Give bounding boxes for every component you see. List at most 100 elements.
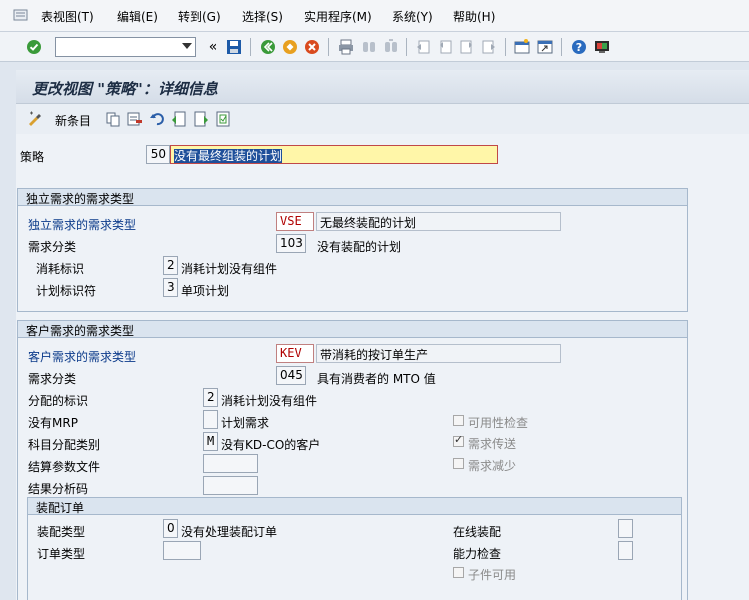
- allocation-indicator-desc: 消耗计划没有组件: [221, 394, 318, 408]
- previous-entry-icon[interactable]: [170, 110, 188, 128]
- independent-req-class-code: 103: [280, 236, 303, 250]
- req-transfer-checkbox[interactable]: [453, 433, 464, 447]
- last-page-icon[interactable]: [480, 38, 498, 56]
- planning-indicator-desc: 单项计划: [181, 284, 230, 298]
- assembly-type-desc: 没有处理装配订单: [181, 525, 278, 539]
- no-mrp-label: 没有MRP: [28, 416, 78, 430]
- assembly-order-group: 装配订单 装配类型 0 没有处理装配订单 订单类型 在线装配 能力检查 子件可用: [27, 497, 682, 600]
- components-avail-checkbox[interactable]: [453, 567, 464, 578]
- settlement-profile-label: 结算参数文件: [28, 460, 101, 474]
- menu-edit[interactable]: 编辑(E): [117, 8, 158, 25]
- independent-req-type-field[interactable]: VSE: [276, 212, 314, 231]
- order-type-label: 订单类型: [37, 547, 86, 561]
- consumption-indicator-field: 2: [163, 256, 178, 275]
- copy-icon[interactable]: [104, 110, 122, 128]
- delete-icon[interactable]: [126, 110, 144, 128]
- online-assembly-field: [618, 519, 633, 538]
- order-type-field: [163, 541, 201, 560]
- title-bar: 更改视图 "策略"：详细信息: [16, 70, 749, 104]
- independent-req-class-label: 需求分类: [28, 240, 77, 254]
- customer-req-class-label: 需求分类: [28, 372, 77, 386]
- customer-req-class-desc: 具有消费者的 MTO 值: [317, 372, 436, 386]
- group-header: 装配订单: [28, 498, 681, 515]
- page-title: 更改视图 "策略"：详细信息: [32, 80, 218, 98]
- undo-icon[interactable]: [148, 110, 166, 128]
- strategy-code-field[interactable]: 50: [146, 145, 170, 164]
- collapse-icon[interactable]: «: [204, 38, 222, 56]
- menu-help[interactable]: 帮助(H): [453, 8, 495, 25]
- strategy-description-field[interactable]: 没有最终组装的计划: [170, 145, 498, 164]
- first-page-icon[interactable]: [414, 38, 432, 56]
- previous-page-icon[interactable]: [436, 38, 454, 56]
- req-reduction-checkbox[interactable]: [453, 458, 464, 469]
- components-avail-label: 子件可用: [468, 568, 517, 582]
- customer-req-type-code: KEV: [280, 346, 302, 360]
- planning-indicator-field: 3: [163, 278, 178, 297]
- customer-req-class-code: 045: [280, 368, 303, 382]
- shortcut-icon[interactable]: [536, 38, 554, 56]
- layout-icon[interactable]: [593, 38, 611, 56]
- standard-toolbar: « ?: [0, 32, 749, 62]
- customer-requirements-group: 客户需求的需求类型 客户需求的需求类型 KEV 带消耗的按订单生产 需求分类 0…: [17, 320, 688, 600]
- availability-check-label: 可用性检查: [468, 416, 529, 430]
- back-icon[interactable]: [259, 38, 277, 56]
- allocation-indicator-field: 2: [203, 388, 218, 407]
- new-entries-button[interactable]: 新条目: [55, 112, 91, 129]
- capacity-check-field: [618, 541, 633, 560]
- customer-req-type-desc-field: 带消耗的按订单生产: [316, 344, 561, 363]
- save-icon[interactable]: [225, 38, 243, 56]
- find-icon[interactable]: [360, 38, 378, 56]
- independent-req-type-desc: 无最终装配的计划: [320, 216, 417, 230]
- application-toolbar: 新条目: [16, 104, 749, 134]
- strategy-description: 没有最终组装的计划: [174, 149, 283, 163]
- exit-icon[interactable]: [281, 38, 299, 56]
- enter-icon[interactable]: [25, 38, 43, 56]
- acct-assign-label: 科目分配类别: [28, 438, 101, 452]
- consumption-indicator-desc: 消耗计划没有组件: [181, 262, 278, 276]
- print-icon[interactable]: [337, 38, 355, 56]
- assembly-type-field: 0: [163, 519, 178, 538]
- availability-check-checkbox[interactable]: [453, 415, 464, 426]
- independent-req-type-code: VSE: [280, 214, 302, 228]
- select-all-icon[interactable]: [214, 110, 232, 128]
- strategy-label: 策略: [20, 150, 45, 164]
- assembly-type-code: 0: [167, 521, 175, 535]
- display-change-icon[interactable]: [26, 110, 44, 128]
- consumption-indicator-label: 消耗标识: [36, 262, 85, 276]
- chevron-down-icon[interactable]: [182, 43, 192, 49]
- result-analysis-field: [203, 476, 258, 495]
- help-icon[interactable]: ?: [570, 38, 588, 56]
- customer-req-class-field: 045: [276, 366, 306, 385]
- find-next-icon[interactable]: [382, 38, 400, 56]
- create-session-icon[interactable]: [513, 38, 531, 56]
- strategy-code: 50: [150, 147, 166, 161]
- consumption-indicator-code: 2: [167, 258, 175, 272]
- group-header: 客户需求的需求类型: [18, 321, 687, 338]
- sap-menu-icon: [13, 9, 28, 21]
- allocation-indicator-code: 2: [207, 390, 215, 404]
- planning-indicator-label: 计划标识符: [36, 284, 97, 298]
- menu-goto[interactable]: 转到(G): [178, 8, 221, 25]
- online-assembly-label: 在线装配: [453, 525, 502, 539]
- menu-table-view[interactable]: 表视图(T): [41, 8, 94, 25]
- result-analysis-label: 结果分析码: [28, 482, 89, 496]
- menu-system[interactable]: 系统(Y): [392, 8, 433, 25]
- detail-content: 策略 50 没有最终组装的计划 独立需求的需求类型 独立需求的需求类型 VSE …: [16, 134, 749, 600]
- group-header: 独立需求的需求类型: [18, 189, 687, 206]
- independent-req-class-field: 103: [276, 234, 306, 253]
- menu-selection[interactable]: 选择(S): [242, 8, 283, 25]
- customer-req-type-field[interactable]: KEV: [276, 344, 314, 363]
- allocation-indicator-label: 分配的标识: [28, 394, 89, 408]
- capacity-check-label: 能力检查: [453, 547, 502, 561]
- assembly-type-label: 装配类型: [37, 525, 86, 539]
- svg-text:?: ?: [576, 41, 582, 54]
- next-page-icon[interactable]: [458, 38, 476, 56]
- independent-requirements-group: 独立需求的需求类型 独立需求的需求类型 VSE 无最终装配的计划 需求分类 10…: [17, 188, 688, 312]
- command-field[interactable]: [55, 37, 196, 57]
- req-transfer-label: 需求传送: [468, 437, 517, 451]
- planning-indicator-code: 3: [167, 280, 175, 294]
- acct-assign-code: M: [207, 434, 215, 448]
- menu-utilities[interactable]: 实用程序(M): [304, 8, 372, 25]
- cancel-icon[interactable]: [303, 38, 321, 56]
- next-entry-icon[interactable]: [192, 110, 210, 128]
